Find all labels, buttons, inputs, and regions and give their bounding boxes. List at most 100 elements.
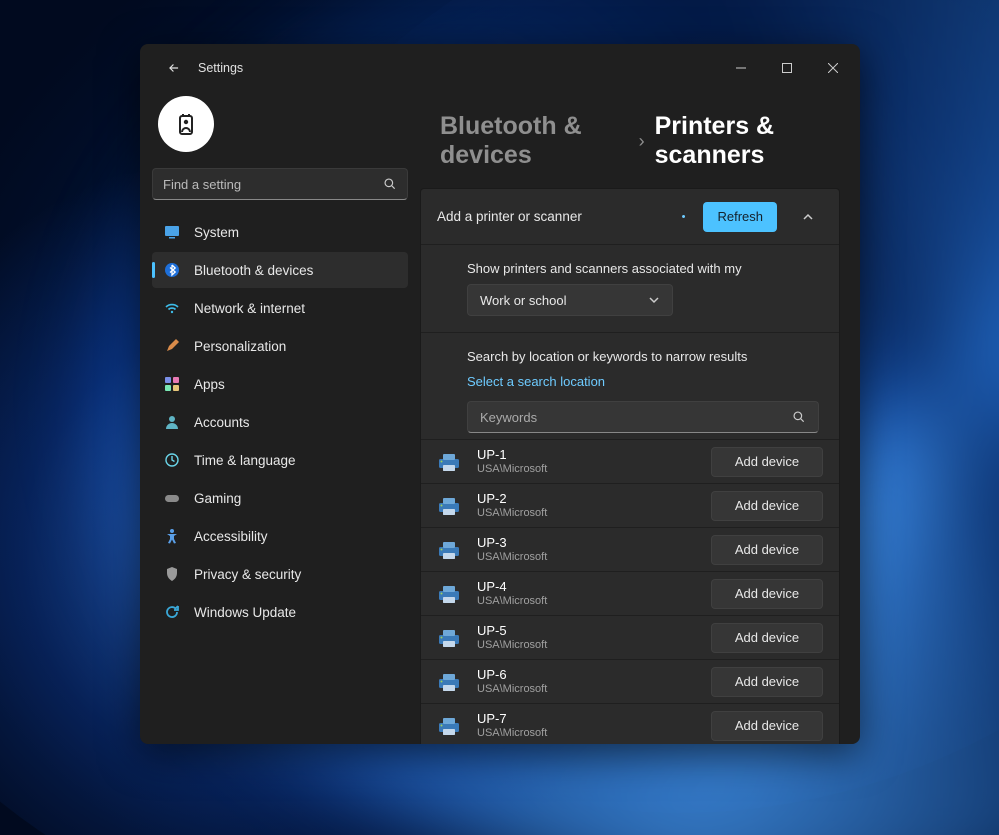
gamepad-icon [164,490,180,506]
breadcrumb-current: Printers & scanners [655,112,840,170]
loading-indicator: • [682,211,686,223]
printer-icon [437,672,461,692]
add-printer-panel: Add a printer or scanner • Refresh Show … [420,188,840,744]
display-icon [164,224,180,240]
nav-apps[interactable]: Apps [152,366,408,402]
nav-update[interactable]: Windows Update [152,594,408,630]
printer-row: UP-6USA\MicrosoftAdd device [421,659,839,703]
printer-icon [437,496,461,516]
printer-name: UP-7 [477,712,711,727]
printer-icon [437,584,461,604]
printer-name: UP-4 [477,580,711,595]
titlebar: Settings [140,44,860,92]
printer-icon [437,452,461,472]
nav-label: Network & internet [194,301,305,316]
maximize-button[interactable] [764,52,810,84]
printer-org: USA\Microsoft [477,551,711,564]
apps-icon [164,376,180,392]
nav-label: Personalization [194,339,286,354]
back-button[interactable] [158,52,190,84]
chevron-down-icon [648,294,660,306]
printer-name: UP-1 [477,448,711,463]
printer-list: UP-1USA\MicrosoftAdd deviceUP-2USA\Micro… [421,439,839,744]
printer-org: USA\Microsoft [477,463,711,476]
printer-org: USA\Microsoft [477,639,711,652]
nav-label: Time & language [194,453,296,468]
minimize-button[interactable] [718,52,764,84]
nav-system[interactable]: System [152,214,408,250]
nav-bluetooth[interactable]: Bluetooth & devices [152,252,408,288]
person-icon [164,414,180,430]
panel-header[interactable]: Add a printer or scanner • Refresh [421,189,839,245]
filter-search: Search by location or keywords to narrow… [421,333,839,439]
close-button[interactable] [810,52,856,84]
nav-label: Gaming [194,491,241,506]
printer-name: UP-2 [477,492,711,507]
main-content: Bluetooth & devices › Printers & scanner… [420,92,860,744]
keywords-input[interactable] [467,401,819,433]
nav-time[interactable]: Time & language [152,442,408,478]
chevron-up-icon[interactable] [793,202,823,232]
nav-personalization[interactable]: Personalization [152,328,408,364]
filter-scope-label: Show printers and scanners associated wi… [467,261,819,276]
add-device-button[interactable]: Add device [711,447,823,477]
accessibility-icon [164,528,180,544]
update-icon [164,604,180,620]
refresh-button[interactable]: Refresh [703,202,777,232]
settings-window: Settings System Bluetooth & devices Netw… [140,44,860,744]
nav-label: Bluetooth & devices [194,263,313,278]
printer-row: UP-3USA\MicrosoftAdd device [421,527,839,571]
printer-icon [437,716,461,736]
nav-network[interactable]: Network & internet [152,290,408,326]
printer-icon [437,628,461,648]
breadcrumb-parent[interactable]: Bluetooth & devices [440,112,629,170]
printer-row: UP-4USA\MicrosoftAdd device [421,571,839,615]
nav-privacy[interactable]: Privacy & security [152,556,408,592]
printer-row: UP-1USA\MicrosoftAdd device [421,439,839,483]
search-icon [383,177,397,191]
printer-org: USA\Microsoft [477,595,711,608]
search-label: Search by location or keywords to narrow… [467,349,819,364]
search-input[interactable] [152,168,408,200]
nav-label: System [194,225,239,240]
brush-icon [164,338,180,354]
search-icon [792,410,806,424]
breadcrumb: Bluetooth & devices › Printers & scanner… [420,112,840,170]
add-device-button[interactable]: Add device [711,711,823,741]
add-device-button[interactable]: Add device [711,623,823,653]
printer-row: UP-5USA\MicrosoftAdd device [421,615,839,659]
add-device-button[interactable]: Add device [711,579,823,609]
printer-row: UP-2USA\MicrosoftAdd device [421,483,839,527]
scope-value: Work or school [480,293,566,308]
nav-accounts[interactable]: Accounts [152,404,408,440]
avatar[interactable] [158,96,214,152]
select-location-link[interactable]: Select a search location [467,374,605,389]
nav-label: Accessibility [194,529,268,544]
shield-icon [164,566,180,582]
scope-select[interactable]: Work or school [467,284,673,316]
printer-org: USA\Microsoft [477,727,711,740]
nav-label: Windows Update [194,605,296,620]
nav-label: Privacy & security [194,567,301,582]
printer-name: UP-5 [477,624,711,639]
nav-label: Apps [194,377,225,392]
panel-title: Add a printer or scanner [437,209,672,224]
nav-accessibility[interactable]: Accessibility [152,518,408,554]
add-device-button[interactable]: Add device [711,667,823,697]
printer-row: UP-7USA\MicrosoftAdd device [421,703,839,744]
printer-name: UP-6 [477,668,711,683]
bluetooth-icon [164,262,180,278]
chevron-right-icon: › [639,131,645,152]
window-title: Settings [198,61,243,75]
nav-list: System Bluetooth & devices Network & int… [152,214,408,630]
add-device-button[interactable]: Add device [711,535,823,565]
sidebar: System Bluetooth & devices Network & int… [140,92,420,744]
printer-icon [437,540,461,560]
filter-scope: Show printers and scanners associated wi… [421,245,839,333]
printer-name: UP-3 [477,536,711,551]
nav-label: Accounts [194,415,250,430]
nav-gaming[interactable]: Gaming [152,480,408,516]
globe-clock-icon [164,452,180,468]
wifi-icon [164,300,180,316]
add-device-button[interactable]: Add device [711,491,823,521]
